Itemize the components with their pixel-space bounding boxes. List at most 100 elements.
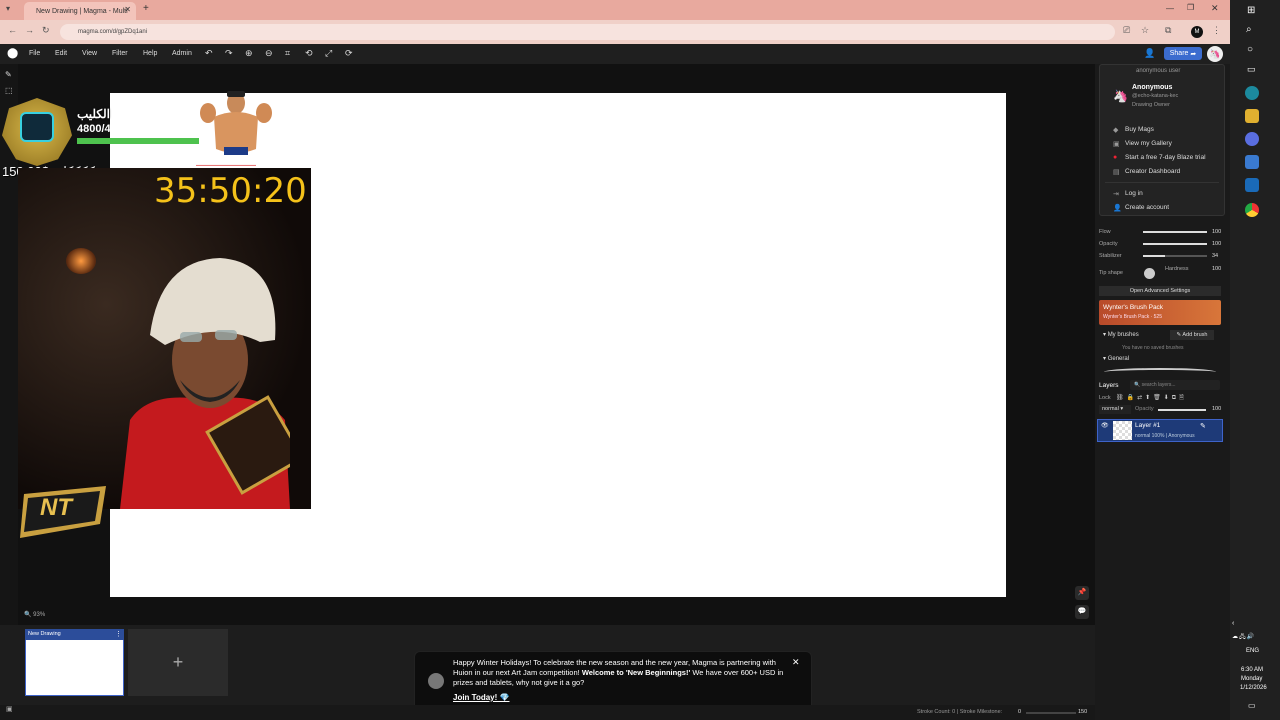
app-menubar: ⬤ File Edit View Filter Help Admin ↶ ↷ ⊕… [0, 44, 1230, 64]
chat-icon[interactable]: 💬 [1075, 605, 1089, 619]
menu-item-gallery[interactable]: View my Gallery [1125, 140, 1172, 147]
layer-edit-icon[interactable]: ✎ [1200, 422, 1206, 430]
dashboard-icon: ▤ [1113, 169, 1120, 176]
advanced-settings-button[interactable]: Open Advanced Settings [1099, 286, 1221, 296]
layer-visibility-icon[interactable]: 👁 [1101, 422, 1109, 429]
menu-item-blaze-trial[interactable]: Start a free 7-day Blaze trial [1125, 154, 1206, 161]
tray-chevron-icon[interactable]: ‹ [1232, 620, 1234, 627]
fit-icon[interactable]: ⌗ [285, 48, 290, 59]
url-text: magma.com/d/gpZDq1ani [78, 29, 148, 35]
menu-item-creator-dashboard[interactable]: Creator Dashboard [1125, 168, 1180, 175]
close-window-icon[interactable]: ✕ [1211, 3, 1219, 14]
brush-row-label: Opacity [1099, 241, 1118, 247]
magma-logo-icon[interactable]: ⬤ [7, 48, 18, 59]
profile-avatar[interactable]: M [1191, 26, 1203, 38]
stroke-count: Stroke Count: 0 | Stroke Milestone: [917, 709, 1003, 715]
browser-tab-active[interactable]: New Drawing | Magma - Multi ✕ [24, 2, 136, 20]
slider-fill [1143, 243, 1207, 245]
general-section[interactable]: ▾ General [1103, 355, 1129, 362]
menu-item-create-account[interactable]: Create account [1125, 204, 1169, 211]
address-bar[interactable]: magma.com/d/gpZDq1ani [60, 24, 1115, 40]
twitch-glitch-icon [20, 112, 54, 142]
user-menu-name: Anonymous [1132, 84, 1173, 91]
forward-icon[interactable]: → [25, 25, 34, 35]
menu-file[interactable]: File [29, 50, 40, 57]
clock-time[interactable]: 6:30 AM [1241, 667, 1263, 673]
share-button[interactable]: Share ➦ [1164, 47, 1202, 60]
menu-admin[interactable]: Admin [172, 50, 192, 57]
notification-icon[interactable]: ▭ [1248, 701, 1256, 710]
rotate-icon[interactable]: ⟲ [305, 48, 313, 59]
edge-icon[interactable] [1245, 86, 1259, 100]
overlay-timer: 35:50:20 [154, 171, 307, 211]
tray-icons[interactable]: ☁🖧🔊 [1232, 632, 1255, 642]
toast-join-link[interactable]: Join Today! 💎 [453, 693, 509, 702]
outlook-icon[interactable] [1245, 178, 1259, 192]
layer-search-input[interactable]: 🔍 search layers... [1130, 380, 1220, 390]
minimize-icon[interactable]: — [1166, 4, 1174, 13]
points-bar-fill [77, 138, 199, 144]
restore-icon[interactable]: ❐ [1187, 3, 1194, 12]
chrome-icon[interactable] [1245, 203, 1259, 217]
new-drawing-button[interactable]: + [128, 629, 228, 696]
toast-message: Happy Winter Holidays! To celebrate the … [453, 658, 784, 687]
bookmark-star-icon[interactable]: ☆ [1141, 25, 1149, 36]
blaze-icon: ● [1113, 154, 1118, 161]
windows-start-icon[interactable]: ⊞ [1247, 5, 1255, 16]
extensions-icon[interactable]: ⧉ [1165, 25, 1171, 36]
tip-shape-preview[interactable] [1144, 268, 1155, 279]
my-brushes-label[interactable]: ▾ My brushes [1103, 331, 1139, 338]
task-view-icon[interactable]: ▭ [1247, 64, 1256, 75]
slider-fill [1143, 231, 1207, 233]
install-icon[interactable]: ⎚ [1123, 25, 1130, 36]
milestone-end: 150 [1078, 709, 1088, 715]
zoom-out-icon[interactable]: ⊖ [265, 48, 273, 59]
menu-help[interactable]: Help [143, 50, 157, 57]
reload-icon[interactable]: ↻ [42, 25, 50, 36]
keyboard-icon[interactable]: ▣ [6, 705, 13, 713]
toast-close-icon[interactable]: ✕ [792, 657, 800, 668]
brush-preset-strokes[interactable] [1104, 368, 1216, 376]
drawing-thumbnail-title: New Drawing [25, 629, 124, 640]
undo-icon[interactable]: ↶ [205, 48, 213, 59]
brush-row-value: 34 [1212, 253, 1219, 259]
thumbnail-menu-icon[interactable]: ⋮ [115, 630, 122, 638]
menu-filter[interactable]: Filter [112, 50, 128, 57]
blend-mode-select[interactable]: normal ▾ [1099, 405, 1131, 414]
select-tool-icon[interactable]: ⬚ [5, 86, 13, 95]
store-icon[interactable] [1245, 155, 1259, 169]
user-avatar-icon[interactable]: 🦄 [1207, 46, 1223, 62]
file-explorer-icon[interactable] [1245, 109, 1259, 123]
back-icon[interactable]: ← [8, 25, 17, 35]
layer-opacity-label: Opacity [1135, 406, 1154, 412]
clock-date: 1/12/2026 [1240, 685, 1267, 691]
menu-item-buy-mags[interactable]: Buy Mags [1125, 126, 1154, 133]
copilot-icon[interactable] [1245, 132, 1259, 146]
overlay-username: الكليب [77, 107, 110, 121]
pen-tool-icon[interactable]: ✎ [5, 70, 12, 79]
reset-icon[interactable]: ⟳ [345, 48, 353, 59]
layer-tools-icons[interactable]: ⛓🔒⇄⬆🗑⬇⧉🗎 [1116, 393, 1187, 403]
new-tab-button[interactable]: + [143, 3, 149, 14]
zoom-in-icon[interactable]: ⊕ [245, 48, 253, 59]
add-brush-button[interactable]: ✎ Add brush [1170, 330, 1214, 340]
login-icon: ⇥ [1113, 191, 1119, 198]
redo-icon[interactable]: ↷ [225, 48, 233, 59]
tip-shape-label: Tip shape [1099, 270, 1123, 276]
brush-pack-sub: Wynter's Brush Pack · 525 [1103, 314, 1162, 320]
search-icon[interactable]: ⌕ [1246, 24, 1252, 35]
menu-view[interactable]: View [82, 50, 97, 57]
menu-item-log-in[interactable]: Log in [1125, 190, 1143, 197]
cortana-icon[interactable]: ○ [1247, 44, 1253, 55]
pin-icon[interactable]: 📌 [1075, 586, 1089, 600]
fullscreen-icon[interactable]: ⤢ [325, 48, 332, 59]
browser-menu-icon[interactable]: ⋮ [1212, 25, 1221, 36]
menu-edit[interactable]: Edit [55, 50, 67, 57]
tab-search-icon[interactable]: ▾ [6, 4, 10, 13]
language-indicator[interactable]: ENG [1246, 648, 1259, 654]
tab-close-icon[interactable]: ✕ [124, 5, 131, 14]
zoom-level[interactable]: 🔍 93% [24, 611, 45, 618]
layer-opacity-slider[interactable] [1158, 409, 1206, 411]
add-user-icon[interactable]: 👤 [1144, 48, 1155, 59]
brush-row-value: 100 [1212, 229, 1222, 235]
